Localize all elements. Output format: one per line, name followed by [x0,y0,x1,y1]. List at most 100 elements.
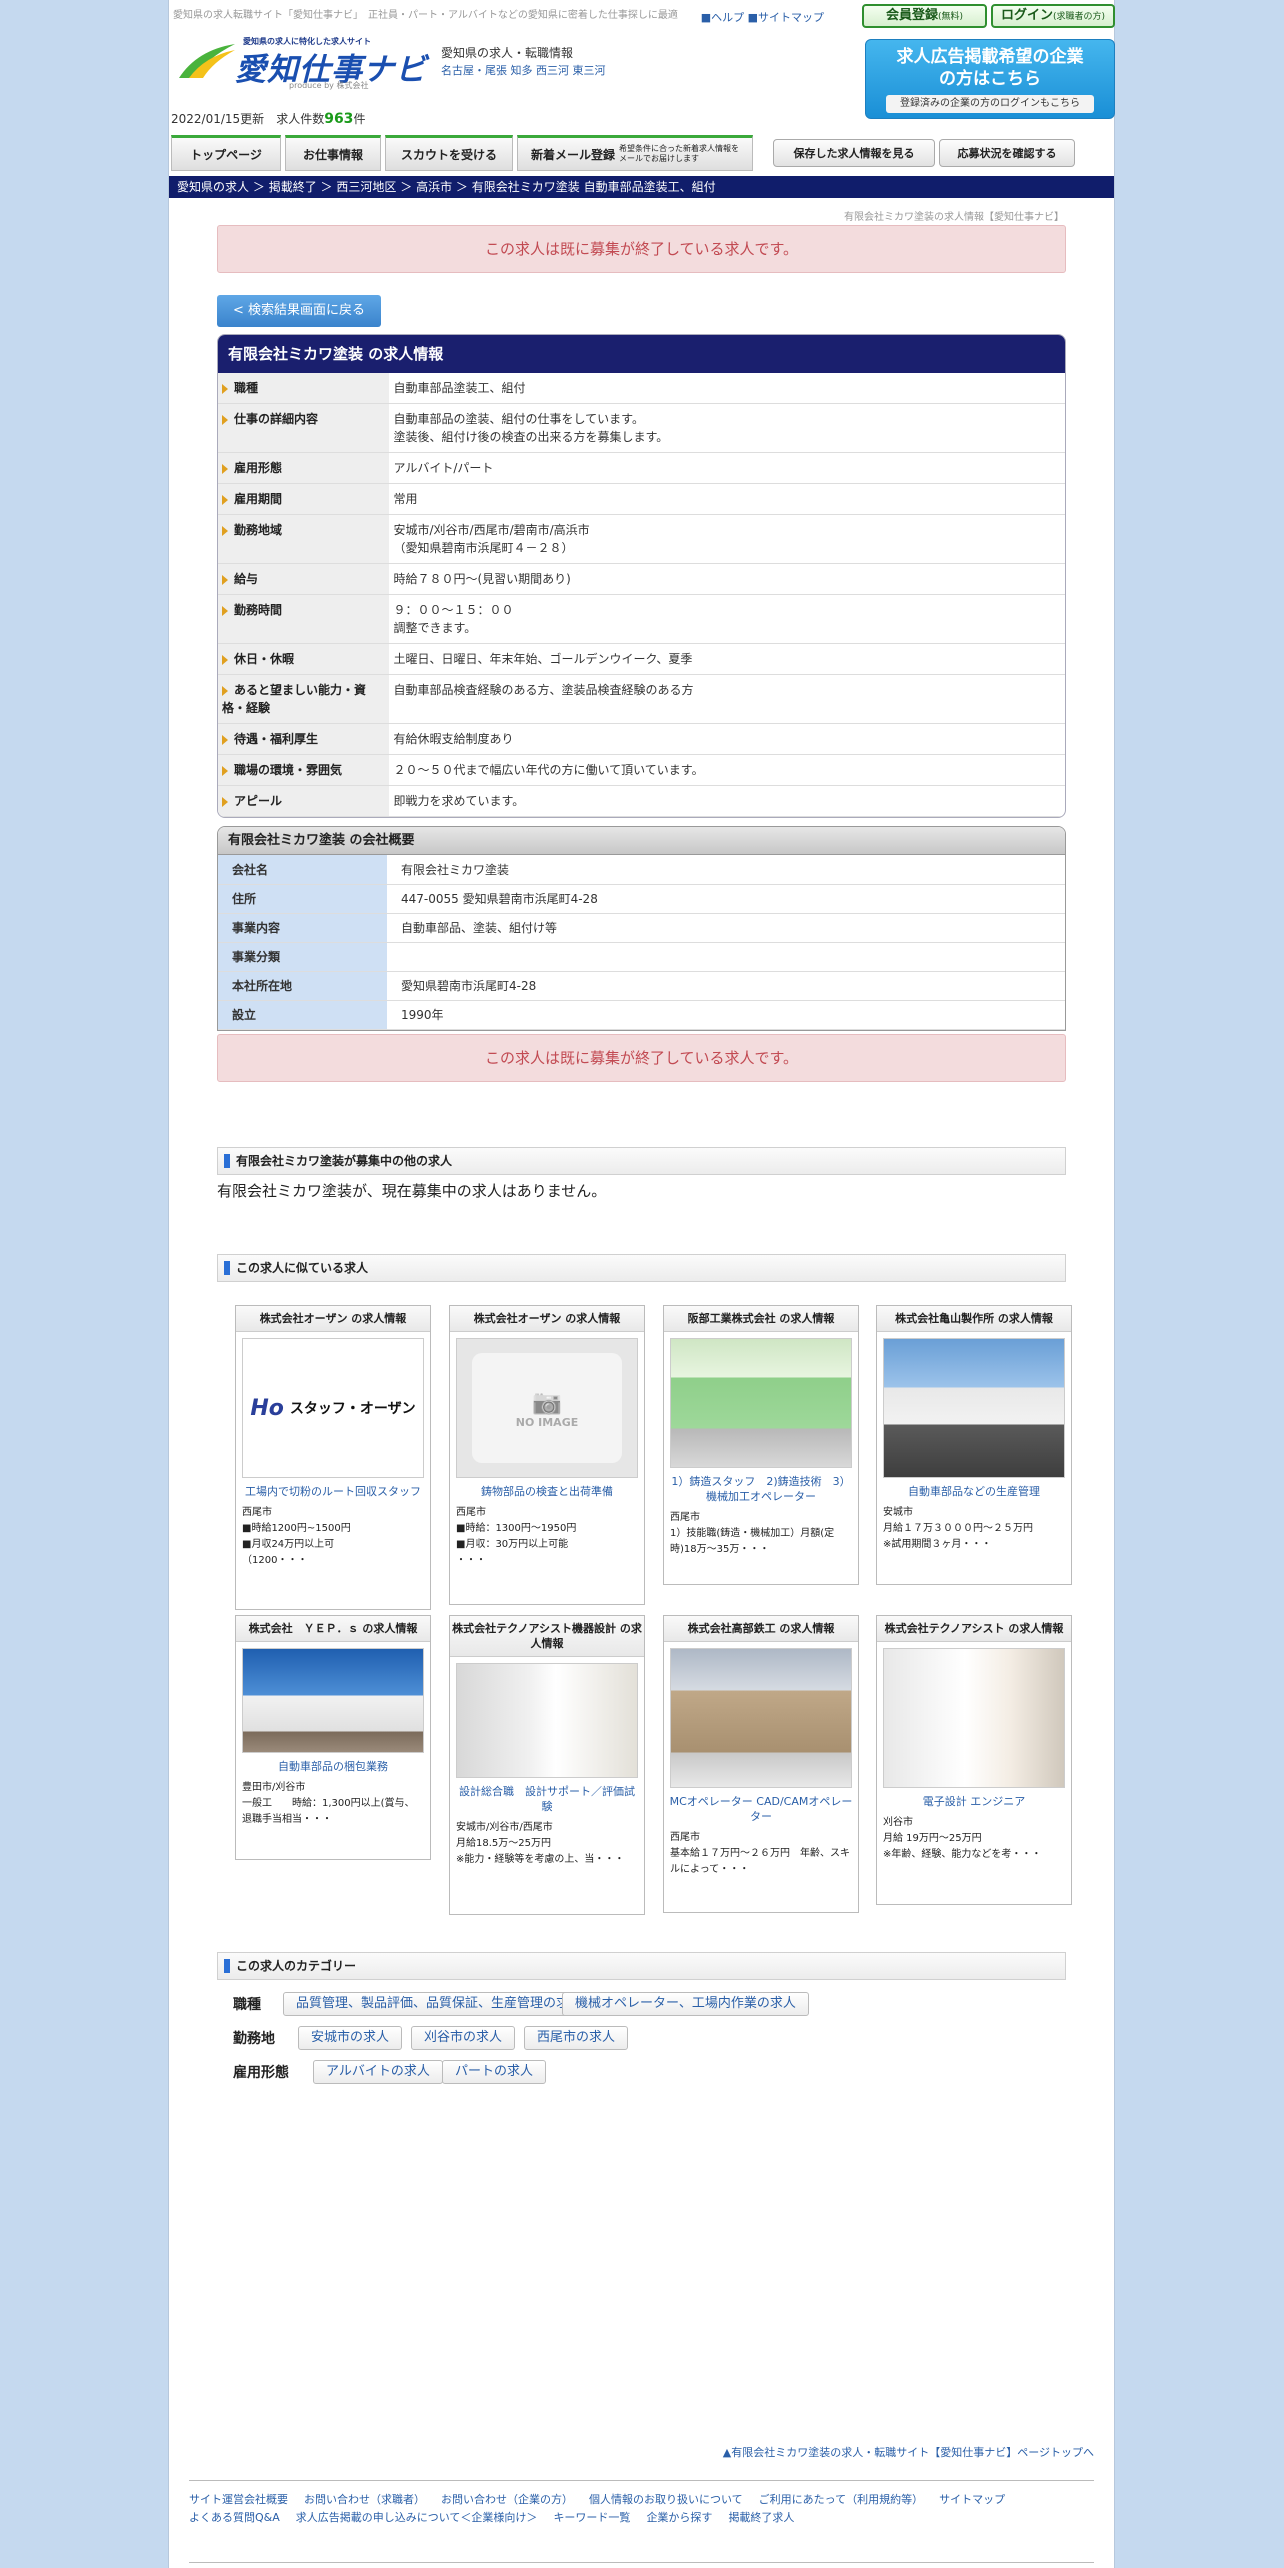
footer-link[interactable]: 求人広告掲載の申し込みについて＜企業様向け＞ [296,2511,538,2524]
footer-link[interactable]: 個人情報のお取り扱いについて [589,2493,743,2506]
company-row-value: 有限会社ミカワ塗装 [387,855,1065,885]
site-areas[interactable]: 名古屋・尾張 知多 西三河 東三河 [441,62,606,80]
company-row-label: 事業分類 [218,942,387,972]
nav-jobs[interactable]: お仕事情報 [285,135,381,171]
nav-mail-label: 新着メール登録 [530,147,615,162]
top-links: ■ヘルプ ■サイトマップ [701,9,824,25]
job-row: アピール 即戦力を求めています。 [218,785,1065,817]
category-tag[interactable]: アルバイトの求人 [313,2060,443,2084]
footer-link[interactable]: お問い合わせ（求職者） [304,2493,425,2506]
company-row-value [387,942,1065,972]
staff-ozan-logo-image[interactable]: Ho スタッフ・オーザン [242,1338,424,1478]
site-tagline: 愛知県の求人転職サイト「愛知仕事ナビ」 正社員・パート・アルバイトなどの愛知県に… [173,10,678,21]
login-sub: (求職者の方) [1052,12,1106,22]
yep-building-photo-image[interactable] [242,1648,424,1753]
site-info: 愛知県の求人・転職情報 名古屋・尾張 知多 西三河 東三河 [441,44,606,80]
similar-job-title[interactable]: 工場内で切粉のルート回収スタッフ [236,1478,430,1501]
company-row-label: 本社所在地 [218,971,387,1001]
footer-link[interactable]: よくある質問Q&A [189,2511,280,2524]
company-row: 事業分類 [218,942,1065,972]
similar-job-title[interactable]: 1）鋳造スタッフ 2)鋳造技術 3）機械加工オペレーター [664,1468,858,1506]
saved-jobs-button[interactable]: 保存した求人情報を見る [773,139,935,167]
category-tag[interactable]: 安城市の求人 [298,2026,403,2050]
nav-top[interactable]: トップページ [171,135,281,171]
similar-job-company[interactable]: 株式会社オーザン の求人情報 [236,1306,430,1332]
similar-job-company[interactable]: 株式会社オーザン の求人情報 [450,1306,644,1332]
ad-banner-title: 求人広告掲載希望の企業の方はこちら [896,47,1084,89]
footer-divider [189,2562,1094,2563]
footer-link[interactable]: 掲載終了求人 [728,2511,794,2524]
breadcrumb-takahama[interactable]: 高浜市 [416,180,452,194]
company-login-button[interactable]: 登録済みの企業の方のログインもこちら [886,95,1094,113]
footer-link[interactable]: サイトマップ [939,2493,1005,2506]
similar-job-company[interactable]: 阪部工業株式会社 の求人情報 [664,1306,858,1332]
category-tag[interactable]: 機械オペレーター、工場内作業の求人 [562,1992,809,2016]
nav-scout[interactable]: スカウトを受ける [385,135,513,171]
factory-building-photo-image[interactable] [670,1648,852,1788]
company-heading: 有限会社ミカワ塗装 の会社概要 [218,827,1065,855]
similar-job-company[interactable]: 株式会社 ＹＥＰ．ｓ の求人情報 [236,1616,430,1642]
similar-job-company[interactable]: 株式会社テクノアシスト機器設計 の求人情報 [450,1616,644,1657]
similar-job-title[interactable]: 鋳物部品の検査と出荷準備 [450,1478,644,1501]
nav-mail[interactable]: 新着メール登録 希望条件に合った新着求人情報をメールでお届けします [517,135,753,171]
similar-job-card[interactable]: 株式会社テクノアシスト の求人情報 電子設計 エンジニア 刈谷市 月給 19万円〜25… [876,1615,1072,1905]
footer-link[interactable]: キーワード一覧 [553,2511,630,2524]
category-tag[interactable]: 西尾市の求人 [524,2026,629,2050]
company-row: 会社名 有限会社ミカワ塗装 [218,855,1065,885]
no-image-image[interactable]: 📷 NO IMAGE [456,1338,638,1478]
back-to-results-button[interactable]: < 検索結果画面に戻る [217,295,381,327]
similar-job-card[interactable]: 株式会社 ＹＥＰ．ｓ の求人情報 自動車部品の梱包業務 豊田市/刈谷市 一般工 時給：… [235,1615,431,1860]
similar-job-card[interactable]: 株式会社オーザン の求人情報 📷 NO IMAGE 鋳物部品の検査と出荷準備 西尾市 ■時… [449,1305,645,1605]
job-row-label: 休日・休暇 [218,643,390,675]
footer-link[interactable]: お問い合わせ（企業の方） [441,2493,573,2506]
factory-photo-green-image[interactable] [670,1338,852,1468]
breadcrumb-aichi[interactable]: 愛知県の求人 [177,180,249,194]
similar-job-title[interactable]: 自動車部品などの生産管理 [877,1478,1071,1501]
site-logo[interactable]: 愛知県の求人に特化した求人サイト 愛知仕事ナビ produce by 株式会社 [177,32,426,90]
job-row-value: 土曜日、日曜日、年末年始、ゴールデンウイーク、夏季 [389,643,1065,675]
engineer-photo-image[interactable] [883,1648,1065,1788]
sitemap-link[interactable]: ■サイトマップ [748,11,824,24]
login-button[interactable]: ログイン(求職者の方) [991,4,1115,28]
job-row-label: 職種 [218,373,390,404]
similar-job-company[interactable]: 株式会社高部鉄工 の求人情報 [664,1616,858,1642]
similar-job-card[interactable]: 阪部工業株式会社 の求人情報 1）鋳造スタッフ 2)鋳造技術 3）機械加工オペレー… [663,1305,859,1585]
job-row-value: 時給７８０円〜(見習い期間あり) [389,563,1065,595]
similar-job-company[interactable]: 株式会社亀山製作所 の求人情報 [877,1306,1071,1332]
engineer-desk-photo-image[interactable] [456,1663,638,1778]
company-table: 会社名 有限会社ミカワ塗装 住所 447-0055 愛知県碧南市浜尾町4-28 事業内容… [218,855,1065,1030]
similar-job-company[interactable]: 株式会社テクノアシスト の求人情報 [877,1616,1071,1642]
similar-job-card[interactable]: 株式会社テクノアシスト機器設計 の求人情報 設計総合職 設計サポート／評価試験 安城… [449,1615,645,1915]
similar-job-card[interactable]: 株式会社オーザン の求人情報 Ho スタッフ・オーザン 工場内で切粉のルート回収スタッ… [235,1305,431,1610]
closed-notice-top: この求人は既に募集が終了している求人です。 [217,225,1066,273]
help-link[interactable]: ■ヘルプ [701,11,744,24]
similar-job-desc: 西尾市 ■時給1200円~1500円 ■月収24万円以上可 （1200・・・ [242,1507,351,1566]
category-tag[interactable]: パートの求人 [442,2060,547,2084]
category-tag[interactable]: 刈谷市の求人 [411,2026,516,2050]
footer-link[interactable]: ご利用にあたって（利用規約等） [759,2493,923,2506]
breadcrumb: 愛知県の求人 ＞ 掲載終了 ＞ 西三河地区 ＞ 高浜市 ＞ 有限会社ミカワ塗装 … [169,176,1114,198]
footer-link[interactable]: サイト運営会社概要 [189,2493,288,2506]
breadcrumb-sep: ＞ [320,180,333,194]
breadcrumb-nishimikawa[interactable]: 西三河地区 [336,180,396,194]
similar-job-title[interactable]: MCオペレーター CAD/CAMオペレーター [664,1788,858,1826]
count-unit: 件 [353,112,366,126]
breadcrumb-ended[interactable]: 掲載終了 [269,180,317,194]
similar-job-title[interactable]: 自動車部品の梱包業務 [236,1753,430,1776]
similar-job-title[interactable]: 設計総合職 設計サポート／評価試験 [450,1778,644,1816]
company-row-value: 自動車部品、塗装、組付け等 [387,913,1065,943]
page-top-link[interactable]: ▲有限会社ミカワ塗装の求人・転職サイト【愛知仕事ナビ】ページトップへ [723,2444,1094,2460]
factory-photo-sky-image[interactable] [883,1338,1065,1478]
member-register-sub: (無料) [937,12,964,22]
category-tag[interactable]: 品質管理、製品評価、品質保証、生産管理の求人 [283,1992,596,2016]
similar-job-card[interactable]: 株式会社亀山製作所 の求人情報 自動車部品などの生産管理 安城市 月給１７万３０００円… [876,1305,1072,1585]
application-status-button[interactable]: 応募状況を確認する [939,139,1075,167]
similar-job-card[interactable]: 株式会社高部鉄工 の求人情報 MCオペレーター CAD/CAMオペレーター 西尾市基… [663,1615,859,1913]
similar-job-title[interactable]: 電子設計 エンジニア [877,1788,1071,1811]
ad-inquiry-banner[interactable]: 求人広告掲載希望の企業の方はこちら 登録済みの企業の方のログインもこちら [865,39,1115,119]
page-caption: 有限会社ミカワ塗装の求人情報【愛知仕事ナビ】 [844,212,1064,223]
footer-link[interactable]: 企業から探す [646,2511,712,2524]
breadcrumb-current: 有限会社ミカワ塗装 自動車部品塗装工、組付 [471,180,716,194]
category-label: 職種 [233,1997,261,2013]
member-register-button[interactable]: 会員登録(無料) [862,4,987,28]
